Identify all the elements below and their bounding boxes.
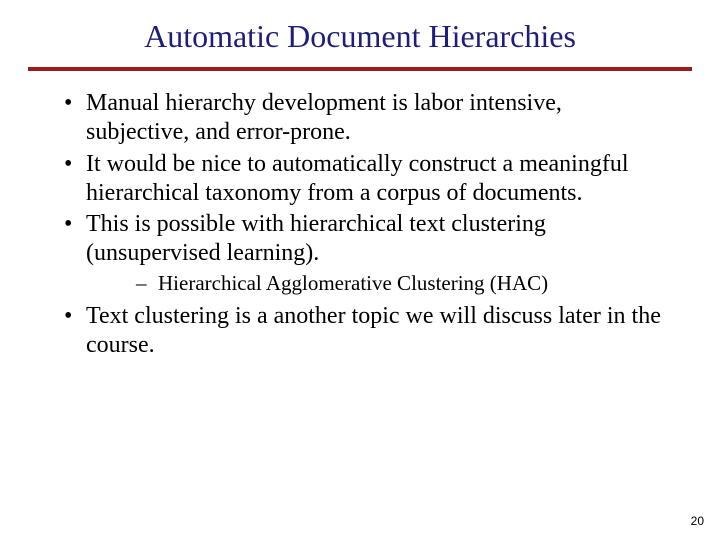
slide: Automatic Document Hierarchies Manual hi… <box>0 0 720 540</box>
bullet-text: Text clustering is a another topic we wi… <box>86 303 661 358</box>
sub-bullet-list: Hierarchical Agglomerative Clustering (H… <box>86 271 670 297</box>
slide-title: Automatic Document Hierarchies <box>0 0 720 67</box>
page-number: 20 <box>691 514 704 528</box>
bullet-text: This is possible with hierarchical text … <box>86 211 546 266</box>
bullet-list: Manual hierarchy development is labor in… <box>50 89 670 361</box>
bullet-text: Manual hierarchy development is labor in… <box>86 90 562 145</box>
slide-body: Manual hierarchy development is labor in… <box>0 89 720 361</box>
horizontal-rule <box>28 67 692 71</box>
sub-bullet-text: Hierarchical Agglomerative Clustering (H… <box>158 271 548 295</box>
list-item: Text clustering is a another topic we wi… <box>50 302 670 361</box>
list-item: It would be nice to automatically constr… <box>50 150 670 209</box>
list-item: Manual hierarchy development is labor in… <box>50 89 670 148</box>
list-item: This is possible with hierarchical text … <box>50 210 670 296</box>
list-item: Hierarchical Agglomerative Clustering (H… <box>86 271 670 297</box>
bullet-text: It would be nice to automatically constr… <box>86 151 629 206</box>
